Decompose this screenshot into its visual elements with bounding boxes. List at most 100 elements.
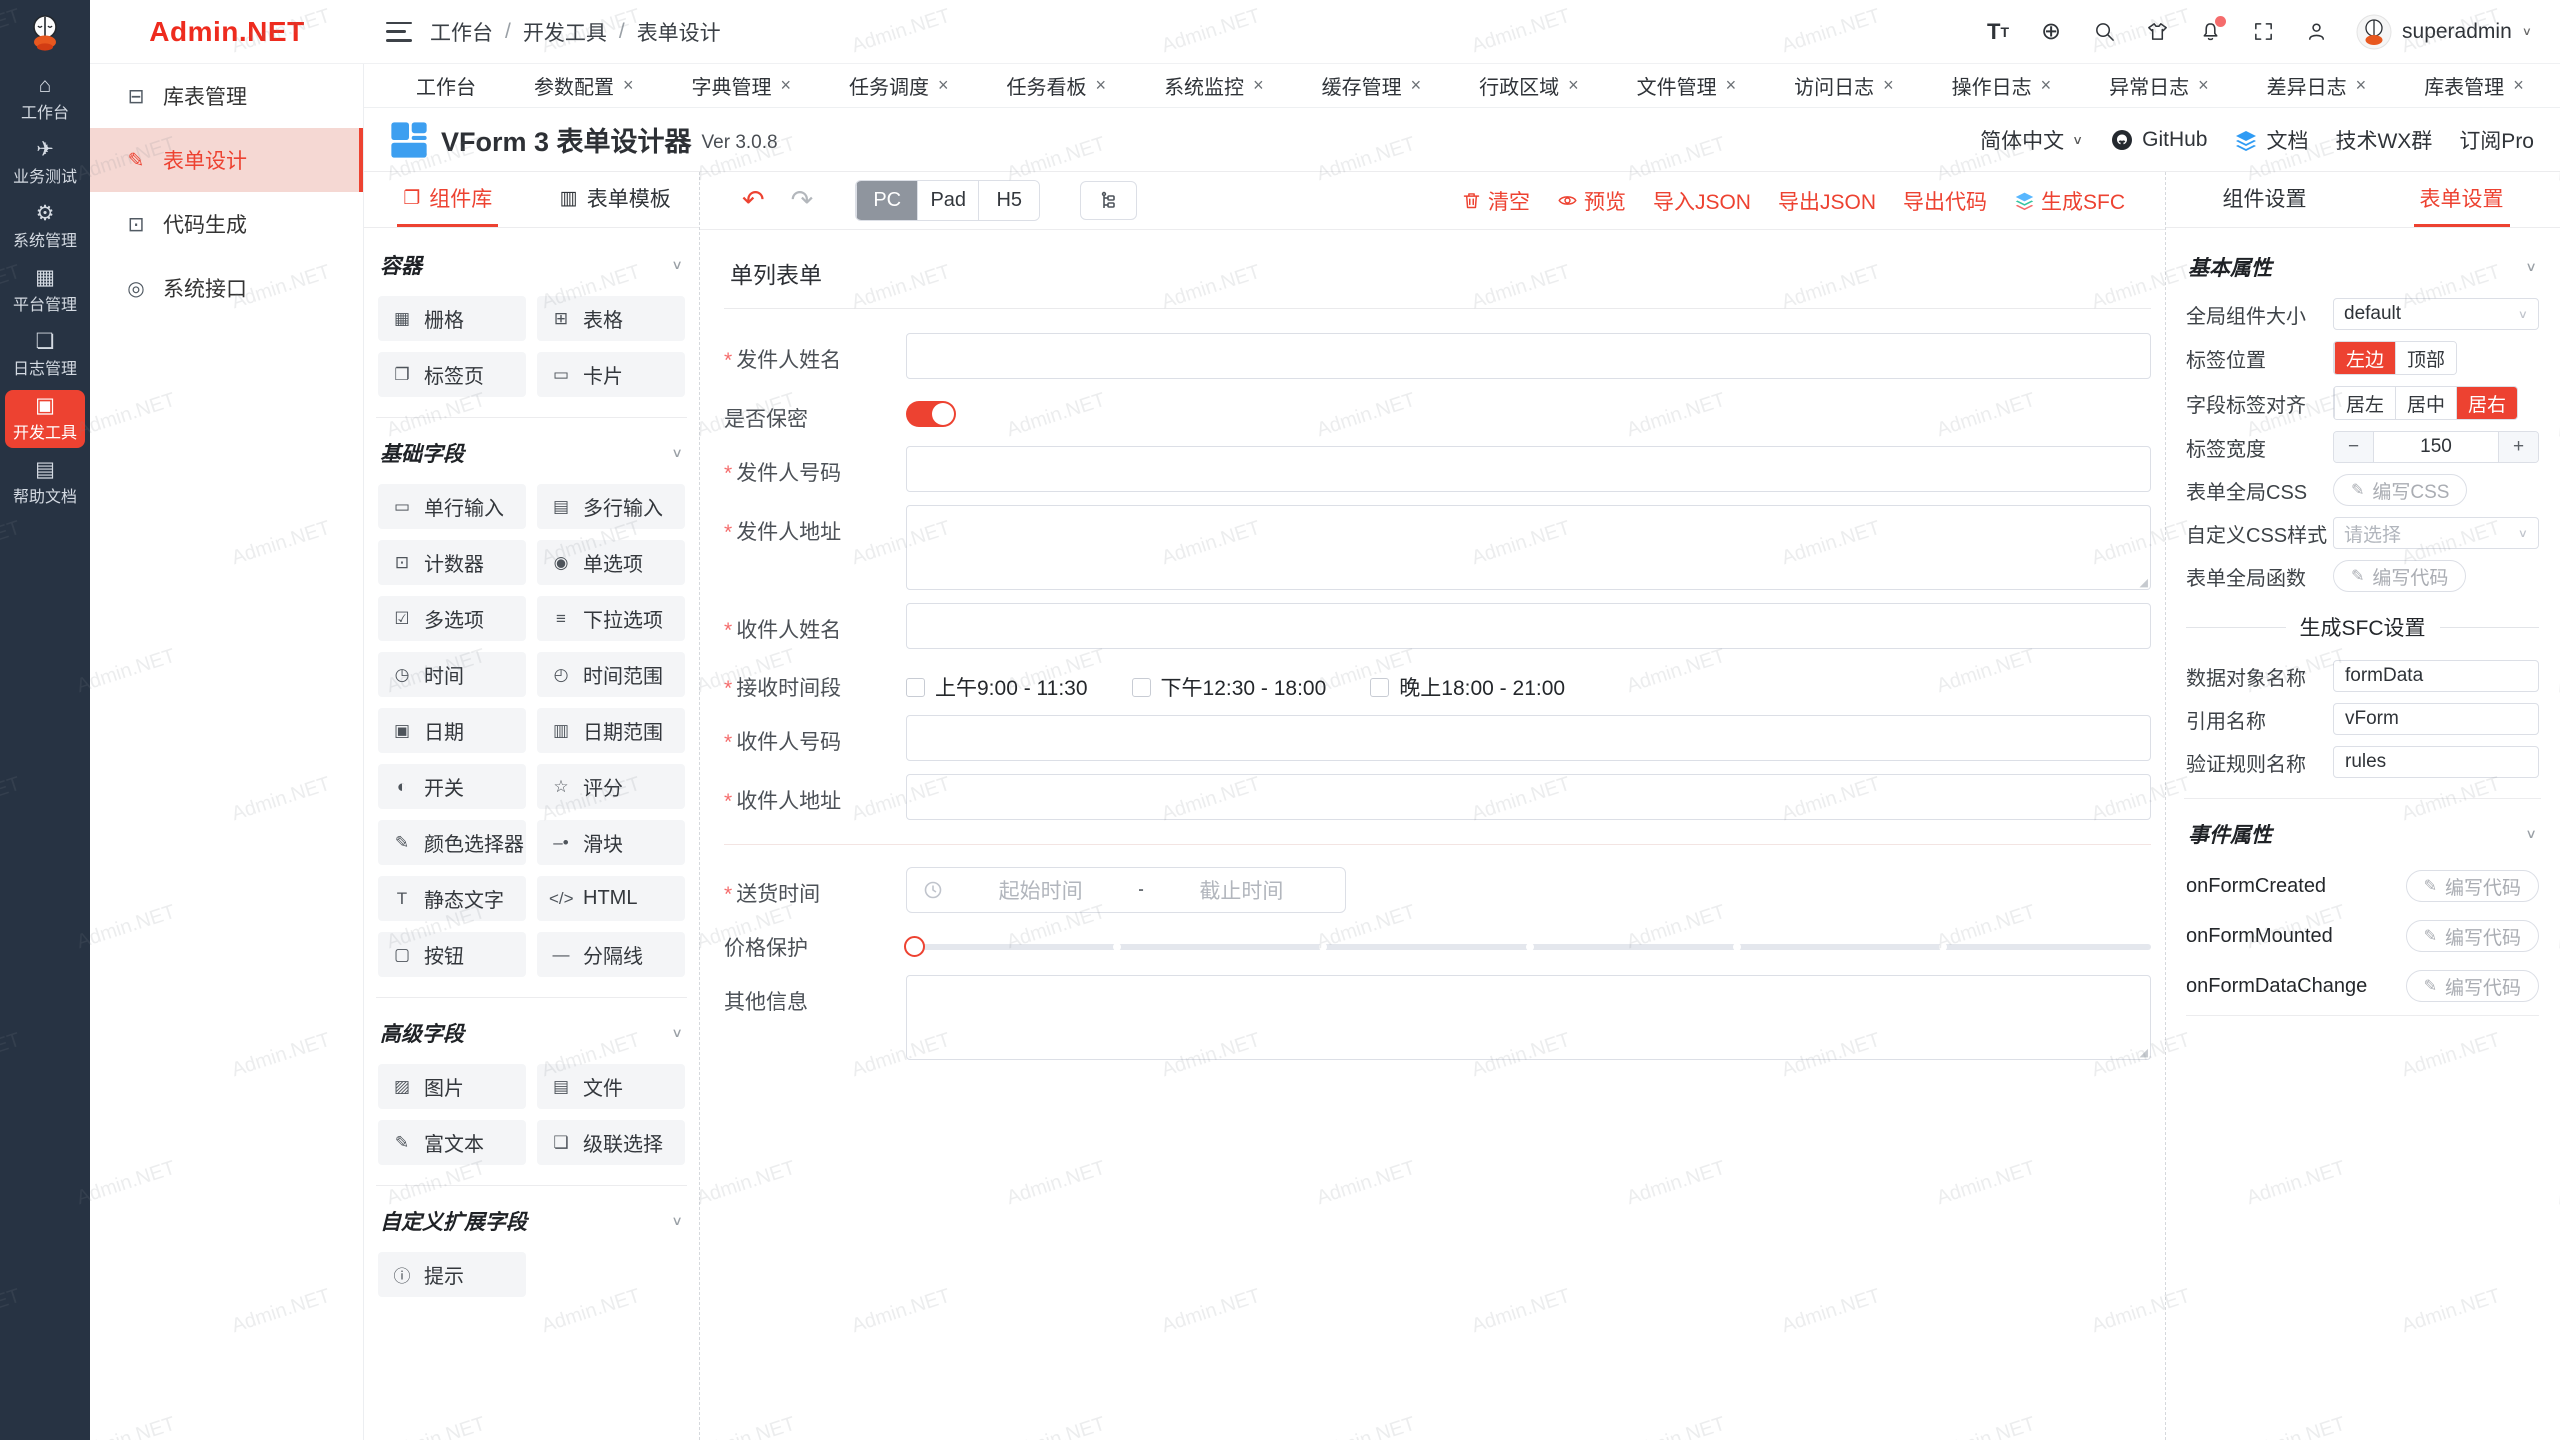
close-icon[interactable]: × [2198, 75, 2209, 96]
device-option[interactable]: PC [856, 181, 917, 220]
field-sender-phone[interactable]: *发件人号码 [724, 446, 2151, 492]
workspace-tab[interactable]: 库表管理 × [2414, 68, 2534, 104]
field-price-protection[interactable]: 价格保护 [724, 926, 2151, 962]
language-select[interactable]: 简体中文 ∨ [1980, 125, 2083, 155]
widget-chip[interactable]: –• 滑块 [537, 820, 685, 865]
notification-icon[interactable] [2197, 19, 2223, 45]
settings-tab[interactable]: 表单设置 [2363, 172, 2560, 227]
device-option[interactable]: Pad [917, 181, 978, 220]
widget-chip[interactable]: — 分隔线 [537, 932, 685, 977]
widget-chip[interactable]: ▨ 图片 [378, 1064, 526, 1109]
component-panel-tab[interactable]: ▥ 表单模板 [532, 172, 700, 227]
custom-css-select[interactable]: 请选择 ∨ [2333, 517, 2539, 549]
slider-handle[interactable] [904, 936, 925, 957]
language-icon[interactable]: ⊕ [2038, 19, 2064, 45]
close-icon[interactable]: × [1096, 75, 1107, 96]
checkbox[interactable] [1370, 678, 1389, 697]
rail-menu-item[interactable]: ✈ 业务测试 [5, 134, 85, 192]
workspace-tab[interactable]: 访问日志 × [1784, 68, 1904, 104]
recipient-phone-input[interactable] [906, 715, 2151, 761]
app-logo[interactable] [0, 0, 90, 64]
widget-chip[interactable]: ▭ 单行输入 [378, 484, 526, 529]
edit-code-button[interactable]: ✎ 编写代码 [2333, 560, 2466, 592]
sender-name-input[interactable] [906, 333, 2151, 379]
device-option[interactable]: H5 [978, 181, 1039, 220]
sidebar-item[interactable]: ⊟ 库表管理 [90, 64, 363, 128]
rail-menu-item[interactable]: ❏ 日志管理 [5, 326, 85, 384]
close-icon[interactable]: × [1726, 75, 1737, 96]
delivery-time-range-picker[interactable]: 起始时间 - 截止时间 [906, 867, 1346, 913]
edit-event-code-button[interactable]: ✎ 编写代码 [2406, 970, 2539, 1002]
collapse-icon[interactable]: ∨ [671, 1213, 683, 1229]
collapse-menu-icon[interactable] [386, 22, 412, 42]
sidebar-item[interactable]: ⊡ 代码生成 [90, 192, 363, 256]
widget-chip[interactable]: ▢ 按钮 [378, 932, 526, 977]
workspace-tab[interactable]: 缓存管理 × [1312, 68, 1432, 104]
github-link[interactable]: GitHub [2110, 128, 2207, 152]
field-other-info[interactable]: 其他信息 [724, 975, 2151, 1060]
theme-icon[interactable] [2144, 19, 2170, 45]
workspace-tab[interactable]: 字典管理 × [682, 68, 802, 104]
widget-chip[interactable]: ≡ 下拉选项 [537, 596, 685, 641]
profile-icon[interactable] [2303, 19, 2329, 45]
widget-chip[interactable]: ⊞ 表格 [537, 296, 685, 341]
start-time-placeholder[interactable]: 起始时间 [953, 875, 1128, 905]
secret-toggle[interactable] [906, 401, 956, 427]
field-recipient-phone[interactable]: *收件人号码 [724, 715, 2151, 761]
increase-button[interactable]: + [2498, 432, 2538, 462]
subscribe-pro-link[interactable]: 订阅Pro [2459, 125, 2534, 155]
widget-chip[interactable]: </> HTML [537, 876, 685, 921]
period-checkbox-option[interactable]: 下午12:30 - 18:00 [1132, 672, 1327, 702]
collapse-icon[interactable]: ∨ [2525, 259, 2537, 275]
breadcrumb-item[interactable]: 工作台 [430, 17, 493, 47]
settings-tab[interactable]: 组件设置 [2166, 172, 2363, 227]
global-size-select[interactable]: default ∨ [2333, 298, 2539, 330]
workspace-tab[interactable]: 参数配置 × [524, 68, 644, 104]
field-receive-period[interactable]: *接收时间段 上午9:00 - 11:30 [724, 662, 2151, 702]
collapse-icon[interactable]: ∨ [671, 257, 683, 273]
rail-menu-item[interactable]: ▣ 开发工具 [5, 390, 85, 448]
checkbox[interactable] [906, 678, 925, 697]
ref-name-input[interactable]: vForm [2333, 703, 2539, 735]
period-checkbox-option[interactable]: 晚上18:00 - 21:00 [1370, 672, 1565, 702]
workspace-tab[interactable]: 系统监控 × [1154, 68, 1274, 104]
label-align-option[interactable]: 居中 [2395, 387, 2456, 419]
component-panel-tab[interactable]: ❐ 组件库 [364, 172, 532, 227]
form-title[interactable]: 单列表单 [724, 244, 2151, 309]
price-protection-slider[interactable] [906, 944, 2151, 950]
workspace-tab[interactable]: 文件管理 × [1627, 68, 1747, 104]
widget-chip[interactable]: ◉ 单选项 [537, 540, 685, 585]
outline-tree-button[interactable] [1080, 181, 1137, 220]
workspace-tab[interactable]: 任务看板 × [997, 68, 1117, 104]
widget-chip[interactable]: ▦ 栅格 [378, 296, 526, 341]
workspace-tab[interactable]: 操作日志 × [1942, 68, 2062, 104]
collapse-icon[interactable]: ∨ [671, 1025, 683, 1041]
edit-event-code-button[interactable]: ✎ 编写代码 [2406, 920, 2539, 952]
docs-link[interactable]: 文档 [2234, 125, 2308, 155]
decrease-button[interactable]: − [2334, 432, 2374, 462]
widget-chip[interactable]: ☑ 多选项 [378, 596, 526, 641]
close-icon[interactable]: × [1411, 75, 1422, 96]
workspace-tab[interactable]: 工作台 [406, 68, 486, 104]
close-icon[interactable]: × [2513, 75, 2524, 96]
sidebar-item[interactable]: ✎ 表单设计 [90, 128, 363, 192]
widget-chip[interactable]: T 静态文字 [378, 876, 526, 921]
wx-group-link[interactable]: 技术WX群 [2335, 125, 2432, 155]
redo-icon[interactable]: ↷ [791, 187, 814, 214]
workspace-tab[interactable]: 任务调度 × [839, 68, 959, 104]
widget-chip[interactable]: ⊡ 计数器 [378, 540, 526, 585]
field-sender-address[interactable]: *发件人地址 [724, 505, 2151, 590]
widget-chip[interactable]: ◐ 开关 [378, 764, 526, 809]
widget-chip[interactable]: ❏ 级联选择 [537, 1120, 685, 1165]
close-icon[interactable]: × [781, 75, 792, 96]
widget-chip[interactable]: ✎ 富文本 [378, 1120, 526, 1165]
widget-chip[interactable]: ✎ 颜色选择器 [378, 820, 526, 865]
close-icon[interactable]: × [2356, 75, 2367, 96]
field-secret[interactable]: 是否保密 [724, 392, 2151, 433]
label-position-option[interactable]: 左边 [2334, 342, 2395, 374]
undo-icon[interactable]: ↶ [742, 187, 765, 214]
close-icon[interactable]: × [1253, 75, 1264, 96]
field-recipient-address[interactable]: *收件人地址 [724, 774, 2151, 820]
form-canvas[interactable]: 单列表单 *发件人姓名 是否保密 *发件人号码 *发件人地址 [700, 230, 2165, 1440]
widget-chip[interactable]: ⓘ 提示 [378, 1252, 526, 1297]
